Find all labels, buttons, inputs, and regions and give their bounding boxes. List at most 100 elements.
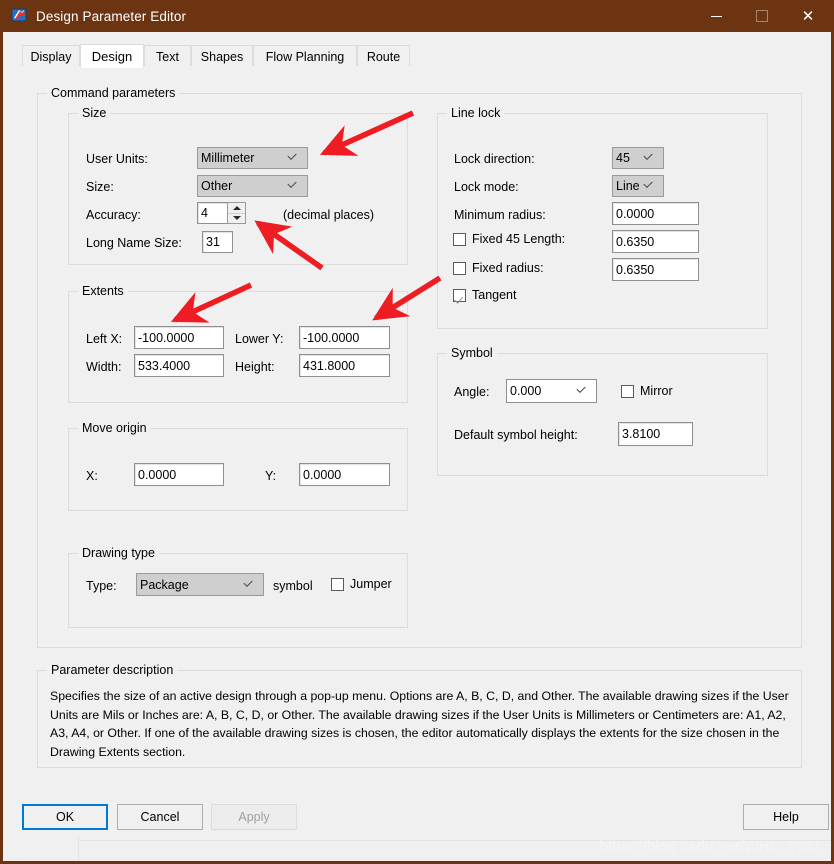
command-parameters-legend: Command parameters [47, 86, 180, 100]
drawing-type-combo[interactable]: Package [136, 573, 264, 596]
accuracy-input[interactable]: 4 [197, 202, 228, 224]
tangent-checkbox[interactable]: Tangent [453, 288, 516, 302]
minimize-button[interactable] [693, 0, 739, 32]
height-value: 431.8000 [303, 358, 356, 373]
spinner-up-icon[interactable] [228, 203, 245, 214]
lock-direction-combo[interactable]: 45 [612, 147, 664, 169]
chevron-down-icon [246, 579, 258, 591]
mirror-checkbox[interactable]: Mirror [621, 384, 673, 398]
window-controls: ✕ [693, 0, 831, 32]
lock-mode-label: Lock mode: [454, 180, 519, 194]
lock-mode-combo[interactable]: Line [612, 175, 664, 197]
angle-combo[interactable]: 0.000 [506, 379, 597, 403]
left-x-value: -100.0000 [138, 330, 195, 345]
left-x-label: Left X: [86, 332, 123, 346]
fixed-45-length-label: Fixed 45 Length: [472, 232, 566, 246]
tab-display[interactable]: Display [22, 45, 80, 67]
fixed-radius-checkbox[interactable]: Fixed radius: [453, 261, 544, 275]
default-symbol-height-label: Default symbol height: [454, 428, 578, 442]
move-origin-x-value: 0.0000 [138, 467, 177, 482]
cancel-button[interactable]: Cancel [117, 804, 203, 830]
tab-flow-planning[interactable]: Flow Planning [253, 45, 357, 67]
long-name-size-value: 31 [206, 235, 220, 249]
drawing-type-value: Package [140, 577, 189, 592]
fixed-45-length-checkbox[interactable]: Fixed 45 Length: [453, 232, 565, 246]
lock-direction-label: Lock direction: [454, 152, 535, 166]
accuracy-value: 4 [201, 206, 208, 220]
lock-mode-value: Line [616, 179, 640, 193]
tab-route[interactable]: Route [357, 45, 410, 67]
height-field[interactable]: 431.8000 [299, 354, 390, 377]
default-symbol-height-value: 3.8100 [622, 427, 661, 441]
move-origin-x-field[interactable]: 0.0000 [134, 463, 224, 486]
move-origin-legend: Move origin [78, 421, 151, 435]
move-origin-y-label: Y: [265, 469, 277, 483]
width-label: Width: [86, 360, 122, 374]
maximize-button[interactable] [739, 0, 785, 32]
user-units-combo[interactable]: Millimeter [197, 147, 308, 169]
apply-button: Apply [211, 804, 297, 830]
user-units-label: User Units: [86, 152, 148, 166]
chevron-down-icon [579, 385, 591, 397]
jumper-label: Jumper [350, 577, 392, 591]
spinner-down-icon[interactable] [228, 214, 245, 224]
line-lock-legend: Line lock [447, 106, 505, 120]
ok-button[interactable]: OK [22, 804, 108, 830]
checkbox-icon [453, 232, 466, 246]
drawing-type-label: Type: [86, 579, 117, 593]
left-x-field[interactable]: -100.0000 [134, 326, 224, 349]
chevron-down-icon [646, 152, 658, 164]
close-icon: ✕ [801, 6, 815, 25]
default-symbol-height-field[interactable]: 3.8100 [618, 422, 693, 446]
chevron-down-icon [290, 152, 302, 164]
chevron-down-icon [646, 180, 658, 192]
parameter-description-legend: Parameter description [47, 663, 178, 677]
size-legend: Size [78, 106, 111, 120]
move-origin-y-field[interactable]: 0.0000 [299, 463, 390, 486]
status-bar-separator [78, 836, 79, 861]
height-label: Height: [235, 360, 275, 374]
tab-shapes[interactable]: Shapes [191, 45, 253, 67]
move-origin-x-label: X: [86, 469, 98, 483]
chevron-down-icon [290, 180, 302, 192]
accuracy-spinner[interactable] [227, 202, 246, 224]
lower-y-field[interactable]: -100.0000 [299, 326, 390, 349]
checkbox-icon [621, 384, 634, 398]
checkbox-checked-icon [453, 288, 466, 302]
accuracy-label: Accuracy: [86, 208, 141, 222]
tab-strip: Display Design Text Shapes Flow Planning… [22, 44, 812, 68]
checkbox-icon [453, 261, 466, 275]
window-title: Design Parameter Editor [36, 8, 187, 24]
move-origin-y-value: 0.0000 [303, 467, 342, 482]
design-parameter-editor-window: Design Parameter Editor ✕ Display Design… [0, 0, 834, 864]
parameter-description-text: Specifies the size of an active design t… [50, 689, 789, 759]
help-button[interactable]: Help [743, 804, 829, 830]
lower-y-label: Lower Y: [235, 332, 284, 346]
accuracy-suffix: (decimal places) [283, 208, 375, 222]
jumper-checkbox[interactable]: Jumper [331, 577, 392, 591]
drawing-type-legend: Drawing type [78, 546, 159, 560]
long-name-size-input[interactable]: 31 [202, 231, 233, 253]
long-name-size-label: Long Name Size: [86, 236, 182, 250]
fixed-45-length-field[interactable]: 0.6350 [612, 230, 699, 253]
symbol-group: Symbol [437, 346, 768, 476]
close-button[interactable]: ✕ [785, 0, 831, 32]
lower-y-value: -100.0000 [303, 330, 360, 345]
minimum-radius-value: 0.0000 [616, 206, 655, 221]
fixed-radius-label: Fixed radius: [472, 261, 544, 275]
size-combo[interactable]: Other [197, 175, 308, 197]
tab-design[interactable]: Design [80, 44, 144, 68]
fixed-radius-value: 0.6350 [616, 262, 655, 277]
minimum-radius-label: Minimum radius: [454, 208, 546, 222]
checkbox-icon [331, 577, 344, 591]
user-units-value: Millimeter [201, 151, 255, 165]
tab-text[interactable]: Text [144, 45, 191, 67]
lock-direction-value: 45 [616, 151, 630, 165]
width-field[interactable]: 533.4000 [134, 354, 224, 377]
watermark-text: https://blog.csdn.net/WHL_YSU [599, 838, 819, 855]
fixed-radius-field[interactable]: 0.6350 [612, 258, 699, 281]
width-value: 533.4000 [138, 358, 191, 373]
symbol-legend: Symbol [447, 346, 497, 360]
app-flag-icon [11, 7, 29, 25]
minimum-radius-field[interactable]: 0.0000 [612, 202, 699, 225]
